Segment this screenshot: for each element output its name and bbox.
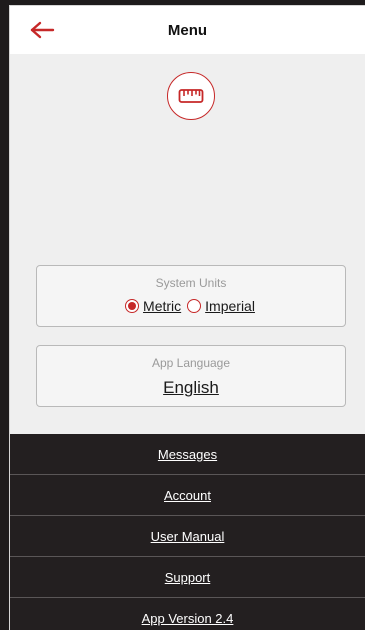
arrow-left-icon xyxy=(30,21,55,39)
radio-selected-dot xyxy=(128,302,137,310)
imperial-radio[interactable] xyxy=(187,299,202,313)
menu-item-user-manual[interactable]: User Manual xyxy=(10,516,365,557)
metric-radio[interactable] xyxy=(125,299,140,313)
menu-list: Messages Account User Manual Support App… xyxy=(10,434,365,630)
units-radio-group: Metric Imperial xyxy=(37,298,345,314)
metric-option-label[interactable]: Metric xyxy=(143,298,181,314)
app-language-card: App Language English xyxy=(36,345,346,407)
app-language-label: App Language xyxy=(151,356,231,370)
language-select[interactable]: English xyxy=(37,378,345,398)
menu-item-support[interactable]: Support xyxy=(10,557,365,598)
system-units-card: System Units Metric Imperial xyxy=(36,265,346,327)
imperial-option-label[interactable]: Imperial xyxy=(205,298,255,314)
back-button[interactable] xyxy=(28,17,56,43)
system-units-label: System Units xyxy=(155,276,227,290)
menu-item-account[interactable]: Account xyxy=(10,475,365,516)
header-bar: Menu xyxy=(10,6,365,54)
page-title: Menu xyxy=(167,21,208,39)
menu-screen: Menu System Units Metric Imperial App La… xyxy=(10,6,365,630)
menu-item-messages[interactable]: Messages xyxy=(10,434,365,475)
ruler-badge xyxy=(167,72,215,120)
menu-item-app-version[interactable]: App Version 2.4 xyxy=(10,598,365,630)
ruler-icon xyxy=(178,89,204,103)
